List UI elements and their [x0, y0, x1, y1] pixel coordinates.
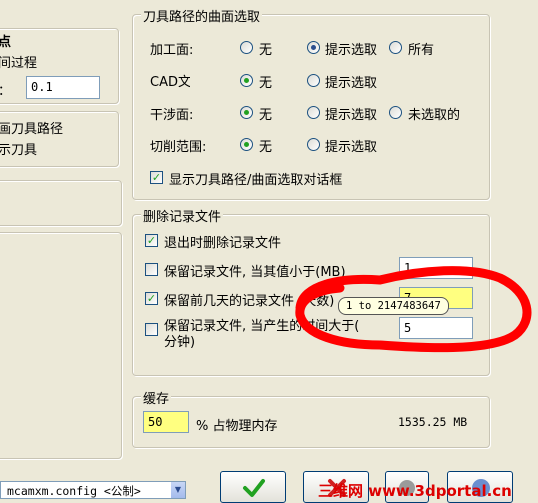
watermark: 三维网 www.3dportal.cn [318, 482, 512, 500]
red-annotation-circle [295, 266, 532, 353]
